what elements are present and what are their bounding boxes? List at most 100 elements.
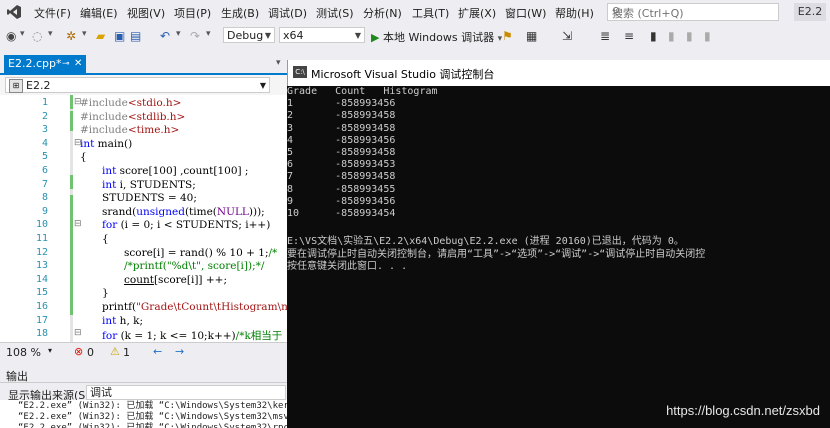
search-icon[interactable]: ⚲ xyxy=(612,5,774,18)
step-into-icon[interactable]: ⇲ xyxy=(562,29,572,43)
redo-dropdown-icon[interactable]: ▾ xyxy=(206,29,211,39)
tab-e2-2-cpp[interactable]: E2.2.cpp* ⊸ ✕ xyxy=(4,55,86,73)
code-line[interactable]: srand(unsigned(time(NULL))); xyxy=(102,206,265,218)
console-window-title: Microsoft Visual Studio 调试控制台 xyxy=(311,68,495,81)
menu-item[interactable]: 项目(P) xyxy=(174,5,211,21)
menu-item[interactable]: 文件(F) xyxy=(34,5,71,21)
line-number: 10 xyxy=(35,219,48,231)
solution-configuration-select[interactable]: Debug ▼ xyxy=(223,27,275,43)
console-line: 10 -858993454 xyxy=(287,208,396,219)
code-line[interactable]: for (k = 1; k <= 10;k++)/*k相当于 xyxy=(102,328,282,342)
code-line[interactable]: { xyxy=(80,151,87,163)
next-bookmark-icon[interactable]: ▮ xyxy=(686,29,693,43)
project-scope-value: E2.2 xyxy=(26,79,51,92)
code-line[interactable]: #include<time.h> xyxy=(80,124,179,136)
tab-overflow-icon[interactable]: ▾ xyxy=(276,58,281,68)
menu-item[interactable]: 视图(V) xyxy=(127,5,165,21)
fold-toggle-icon[interactable]: ⊟ xyxy=(74,328,82,338)
code-line[interactable]: STUDENTS = 40; xyxy=(102,192,197,204)
code-line[interactable]: { xyxy=(102,233,109,245)
line-number: 14 xyxy=(35,273,48,285)
previous-issue-icon[interactable]: ← xyxy=(153,345,162,358)
code-line[interactable]: count[score[i]] ++; xyxy=(124,274,227,286)
line-number: 11 xyxy=(35,233,48,244)
configuration-value: Debug xyxy=(227,29,264,42)
toolbar: ◉ ▾ ◌ ▾ ✲ ▾ ▰ ▣ ▤ ↶ ▾ ↷ ▾ Debug ▼ x64 ▼ ▶ … xyxy=(0,24,830,48)
code-line[interactable]: } xyxy=(102,287,109,299)
menu-item[interactable]: 扩展(X) xyxy=(458,5,496,21)
redo-icon[interactable]: ↷ xyxy=(190,29,200,43)
code-line[interactable]: score[i] = rand() % 10 + 1;/* xyxy=(124,247,277,259)
code-line[interactable]: int score[100] ,count[100] ; xyxy=(102,165,248,177)
code-line[interactable]: for (i = 0; i < STUDENTS; i++) xyxy=(102,219,270,231)
line-number: 13 xyxy=(35,260,48,272)
menu-item[interactable]: 工具(T) xyxy=(412,5,449,21)
solution-name-badge: E2.2 xyxy=(794,3,826,21)
platform-value: x64 xyxy=(283,29,304,42)
line-number: 5 xyxy=(41,151,48,163)
line-number: 2 xyxy=(41,110,48,122)
project-icon: ⊞ xyxy=(9,79,23,93)
clear-bookmarks-icon[interactable]: ▮ xyxy=(704,29,711,43)
code-line[interactable]: #include<stdio.h> xyxy=(80,97,181,109)
back-dropdown-icon[interactable]: ▾ xyxy=(20,29,25,39)
code-editor[interactable]: 1 ⊟ #include<stdio.h> 2 #include<stdlib.h> 3 #… xyxy=(0,95,288,342)
menu-item[interactable]: 帮助(H) xyxy=(555,5,594,21)
zoom-dropdown-icon[interactable]: ▾ xyxy=(48,346,52,355)
change-tracking-margin xyxy=(70,95,73,342)
bookmark-icon[interactable]: ▮ xyxy=(650,29,657,43)
menu-item[interactable]: 窗口(W) xyxy=(505,5,546,21)
menu-item[interactable]: 生成(B) xyxy=(221,5,259,21)
divider xyxy=(0,382,288,383)
uncomment-icon[interactable]: ≡ xyxy=(624,29,634,43)
fold-toggle-icon[interactable]: ⊟ xyxy=(74,219,82,229)
hot-reload-icon[interactable]: ⚑ xyxy=(502,29,513,43)
line-number: 16 xyxy=(35,301,48,312)
watermark-text: https://blog.csdn.net/zsxbd xyxy=(666,403,820,418)
navigate-backward-icon[interactable]: ◉ xyxy=(6,29,16,43)
save-all-icon[interactable]: ▤ xyxy=(130,29,141,43)
warning-count[interactable]: 1 xyxy=(123,346,130,359)
previous-bookmark-icon[interactable]: ▮ xyxy=(668,29,675,43)
menu-item[interactable]: 调试(D) xyxy=(268,5,307,21)
zoom-level[interactable]: 108 % xyxy=(6,346,41,359)
code-line[interactable]: int h, k; xyxy=(102,315,143,327)
debug-console[interactable]: https://blog.csdn.net/zsxbd Grade Count … xyxy=(287,86,830,428)
open-file-icon[interactable]: ▰ xyxy=(96,29,105,43)
project-scope-select[interactable]: E2.2 ▼ xyxy=(5,77,270,93)
console-line: 5 -858993458 xyxy=(287,147,396,158)
next-issue-icon[interactable]: → xyxy=(175,345,184,358)
menu-item[interactable]: 编辑(E) xyxy=(80,5,118,21)
start-debugging-label: 本地 Windows 调试器 xyxy=(382,31,495,44)
undo-dropdown-icon[interactable]: ▾ xyxy=(176,29,181,39)
forward-dropdown-icon[interactable]: ▾ xyxy=(48,29,53,39)
new-project-icon[interactable]: ✲ xyxy=(66,29,76,43)
navigate-forward-icon[interactable]: ◌ xyxy=(32,29,42,43)
code-line[interactable]: /*printf("%d\t", score[i]);*/ xyxy=(124,260,264,272)
diagnostics-icon[interactable]: ▦ xyxy=(526,29,537,43)
solution-platform-select[interactable]: x64 ▼ xyxy=(279,27,365,43)
pin-icon[interactable]: ⊸ xyxy=(62,55,70,73)
error-count[interactable]: 0 xyxy=(87,346,94,359)
code-line[interactable]: #include<stdlib.h> xyxy=(80,111,185,123)
comment-icon[interactable]: ≣ xyxy=(600,29,610,43)
code-line[interactable]: printf("Grade\tCount\tHistogram\n" xyxy=(102,301,288,313)
error-icon: ⊗ xyxy=(74,345,84,358)
close-icon[interactable]: ✕ xyxy=(74,55,82,73)
save-icon[interactable]: ▣ xyxy=(114,29,125,43)
undo-icon[interactable]: ↶ xyxy=(160,29,170,43)
menu-item[interactable]: 分析(N) xyxy=(363,5,402,21)
new-project-dropdown-icon[interactable]: ▾ xyxy=(82,29,87,39)
code-line[interactable]: int main() xyxy=(80,138,132,150)
change-marker xyxy=(70,195,73,315)
menu-item[interactable]: 测试(S) xyxy=(316,5,354,21)
start-debugging-button[interactable]: ▶ 本地 Windows 调试器 ▾ xyxy=(371,29,502,45)
search-input[interactable]: 搜索 (Ctrl+Q) ⚲ xyxy=(607,3,779,21)
console-line: 7 -858993458 xyxy=(287,171,396,183)
change-marker xyxy=(70,95,73,109)
console-line: 1 -858993456 xyxy=(287,98,396,110)
chevron-down-icon: ▼ xyxy=(259,81,266,90)
chevron-down-icon: ▼ xyxy=(264,31,271,40)
output-source-select[interactable]: 调试 xyxy=(86,385,286,400)
code-line[interactable]: int i, STUDENTS; xyxy=(102,179,196,191)
